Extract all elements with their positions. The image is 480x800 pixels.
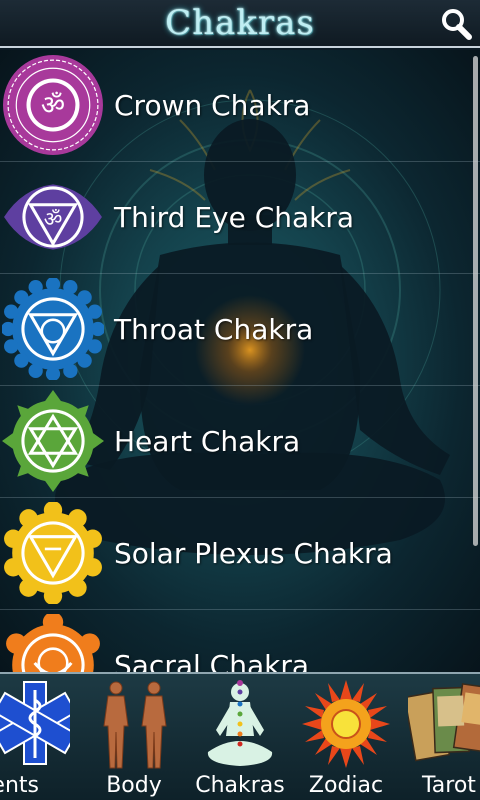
svg-text:ॐ: ॐ bbox=[44, 207, 63, 231]
chakra-row-throat[interactable]: Throat Chakra bbox=[0, 274, 480, 386]
page-title: Chakras bbox=[165, 3, 315, 43]
chakra-list-area[interactable]: ॐ Crown Chakra ॐ Third Eye Chakra Throat… bbox=[0, 50, 480, 672]
anatomy-figures-icon bbox=[103, 681, 167, 769]
meditation-figure-icon bbox=[207, 680, 273, 766]
tab-label: Chakras bbox=[195, 773, 285, 798]
chakra-label: Throat Chakra bbox=[114, 313, 314, 346]
chakra-row-solar-plexus[interactable]: Solar Plexus Chakra bbox=[0, 498, 480, 610]
svg-text:ॐ: ॐ bbox=[41, 90, 65, 121]
chakra-row-sacral[interactable]: Sacral Chakra bbox=[0, 610, 480, 672]
tab-zodiac[interactable]: Zodiac bbox=[300, 674, 392, 800]
medical-star-icon bbox=[0, 681, 70, 765]
tab-label: ments bbox=[0, 773, 39, 798]
tarot-cards-icon bbox=[408, 683, 480, 762]
chakra-list: ॐ Crown Chakra ॐ Third Eye Chakra Throat… bbox=[0, 50, 480, 672]
sacral-chakra-icon bbox=[6, 614, 100, 672]
chakra-row-crown[interactable]: ॐ Crown Chakra bbox=[0, 50, 480, 162]
third-eye-chakra-icon: ॐ bbox=[4, 184, 102, 250]
sun-icon bbox=[302, 680, 390, 768]
chakra-label: Sacral Chakra bbox=[114, 649, 310, 672]
heart-chakra-icon bbox=[2, 390, 104, 492]
tab-chakras[interactable]: Chakras bbox=[192, 674, 288, 800]
chakra-label: Solar Plexus Chakra bbox=[114, 537, 393, 570]
search-icon[interactable] bbox=[438, 6, 474, 42]
tab-body[interactable]: Body bbox=[92, 674, 176, 800]
crown-chakra-icon: ॐ bbox=[3, 55, 103, 155]
tab-label: Tarot bbox=[422, 773, 476, 798]
bottom-tab-bar: ments Body bbox=[0, 672, 480, 800]
throat-chakra-icon bbox=[2, 278, 104, 380]
chakra-label: Heart Chakra bbox=[114, 425, 301, 458]
chakra-row-heart[interactable]: Heart Chakra bbox=[0, 386, 480, 498]
chakra-label: Crown Chakra bbox=[114, 89, 311, 122]
tab-label: Body bbox=[106, 773, 162, 798]
tab-ailments[interactable]: ments bbox=[0, 674, 90, 800]
tab-label: Zodiac bbox=[308, 773, 384, 798]
chakra-row-third-eye[interactable]: ॐ Third Eye Chakra bbox=[0, 162, 480, 274]
solar-plexus-chakra-icon bbox=[4, 502, 102, 604]
list-scrollbar[interactable] bbox=[473, 56, 478, 546]
title-bar: Chakras bbox=[0, 0, 480, 48]
chakra-label: Third Eye Chakra bbox=[114, 201, 355, 234]
tab-tarot[interactable]: Tarot bbox=[408, 674, 480, 800]
